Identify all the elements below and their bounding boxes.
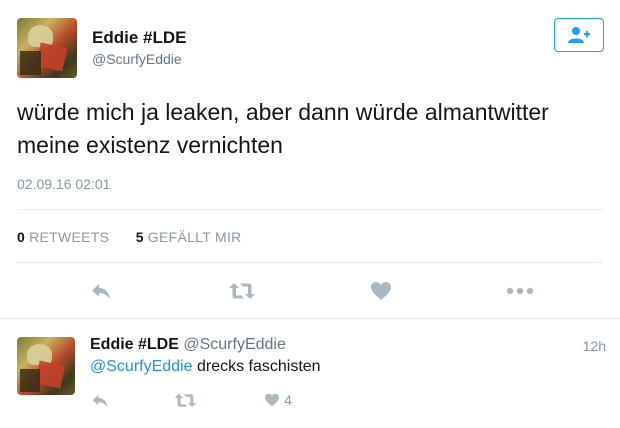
reply-button[interactable]: [86, 278, 116, 304]
retweet-button[interactable]: [225, 278, 259, 304]
more-icon: [506, 287, 534, 295]
follow-button[interactable]: [554, 18, 604, 52]
reply-like-button[interactable]: 4: [258, 390, 298, 410]
reply-text: @ScurfyEddie drecks faschisten: [90, 358, 321, 376]
reply-retweet-button[interactable]: [170, 390, 200, 410]
divider: [17, 209, 603, 210]
add-user-icon: [568, 27, 590, 43]
tweet-timestamp[interactable]: 02.09.16 02:01: [17, 176, 110, 192]
tweet-text: würde mich ja leaken, aber dann würde al…: [17, 96, 607, 162]
reply-like-count: 4: [284, 392, 292, 408]
tweet-text-line-1: würde mich ja leaken, aber dann würde al…: [17, 99, 549, 125]
reply-reply-button[interactable]: [88, 390, 112, 410]
reply-icon: [92, 394, 108, 407]
retweet-icon: [174, 393, 196, 407]
reply-body: drecks faschisten: [192, 358, 321, 375]
reply-mention[interactable]: @ScurfyEddie: [90, 358, 193, 375]
author-name[interactable]: Eddie #LDE: [92, 28, 186, 48]
tweet-stats: 0 RETWEETS 5 GEFÄLLT MIR: [17, 229, 242, 245]
reply-icon: [92, 284, 110, 299]
tweet-text-line-2: meine existenz vernichten: [17, 132, 283, 158]
like-icon: [265, 393, 280, 407]
like-icon: [371, 282, 391, 300]
author-handle[interactable]: @ScurfyEddie: [92, 51, 182, 67]
reply-avatar[interactable]: [17, 337, 75, 395]
more-button[interactable]: [503, 278, 537, 304]
reply-time[interactable]: 12h: [583, 338, 606, 354]
likes-stat[interactable]: 5 GEFÄLLT MIR: [136, 229, 242, 245]
like-button[interactable]: [366, 278, 396, 304]
reply-author-handle[interactable]: @ScurfyEddie: [183, 336, 286, 353]
retweet-icon: [229, 283, 255, 299]
reply-header: Eddie #LDE @ScurfyEddie: [90, 336, 286, 354]
reply-divider: [0, 318, 620, 319]
retweets-stat[interactable]: 0 RETWEETS: [17, 229, 109, 245]
divider: [17, 262, 603, 263]
author-avatar[interactable]: [17, 18, 77, 78]
reply-author-name[interactable]: Eddie #LDE: [90, 336, 179, 353]
